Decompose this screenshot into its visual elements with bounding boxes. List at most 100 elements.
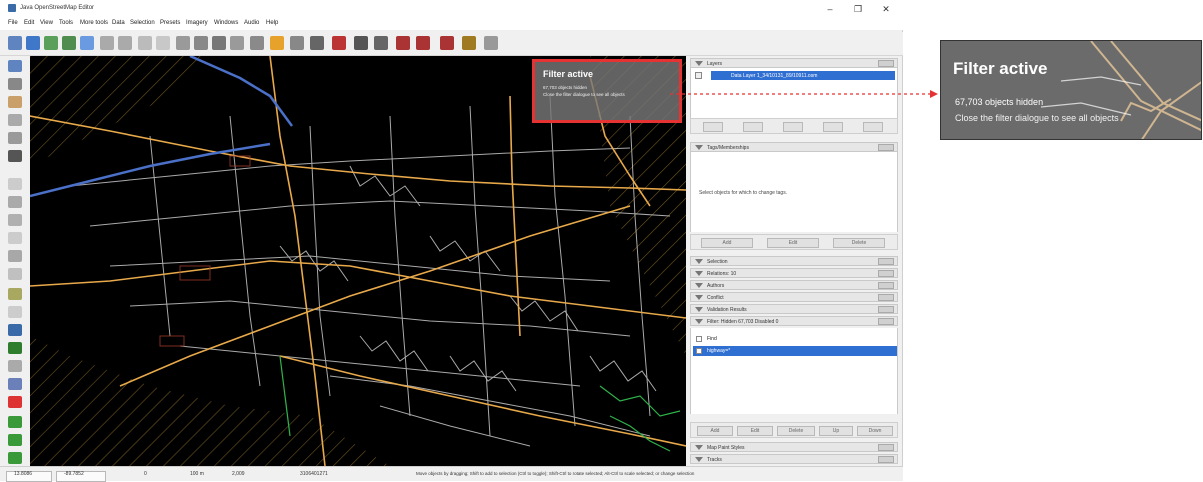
selection-panel-header[interactable]: Selection bbox=[690, 256, 898, 266]
toggle-image-green-icon[interactable] bbox=[8, 434, 22, 446]
preset-factory-icon[interactable] bbox=[462, 36, 476, 50]
toggle-commands-icon[interactable] bbox=[8, 232, 22, 244]
menu-file[interactable]: File bbox=[8, 20, 18, 26]
lasso-icon[interactable] bbox=[8, 114, 22, 126]
menu-data[interactable]: Data bbox=[112, 20, 125, 26]
toggle-map-green-icon[interactable] bbox=[8, 416, 22, 428]
filter-enabled-checkbox[interactable] bbox=[696, 348, 702, 354]
collapse-triangle-icon[interactable] bbox=[695, 457, 703, 462]
layer-merge-icon[interactable] bbox=[823, 122, 843, 132]
menu-edit[interactable]: Edit bbox=[24, 20, 34, 26]
select-mode-icon[interactable] bbox=[8, 60, 22, 72]
filter-edit-button[interactable]: Edit bbox=[737, 426, 773, 436]
extrude-icon[interactable] bbox=[8, 132, 22, 144]
layer-down-icon[interactable] bbox=[743, 122, 763, 132]
save-icon[interactable] bbox=[44, 36, 58, 50]
move-icon[interactable] bbox=[8, 150, 22, 162]
menu-imagery[interactable]: Imagery bbox=[186, 20, 208, 26]
collapse-triangle-icon[interactable] bbox=[695, 283, 703, 288]
redo-icon[interactable] bbox=[118, 36, 132, 50]
panel-controls-icon[interactable] bbox=[878, 306, 894, 313]
menu-presets[interactable]: Presets bbox=[160, 20, 180, 26]
panel-controls-icon[interactable] bbox=[878, 294, 894, 301]
marker-pin-icon[interactable] bbox=[8, 396, 22, 408]
menu-help[interactable]: Help bbox=[266, 20, 278, 26]
validation-panel-header[interactable]: Validation Results bbox=[690, 304, 898, 314]
tracks-panel-header[interactable]: Tracks bbox=[690, 454, 898, 464]
upload-icon[interactable] bbox=[80, 36, 94, 50]
menu-selection[interactable]: Selection bbox=[130, 20, 155, 26]
filter-row[interactable]: Find bbox=[693, 334, 897, 344]
toggle-history-icon[interactable] bbox=[8, 288, 22, 300]
tag-add-button[interactable]: Add bbox=[701, 238, 753, 248]
filter-row-selected[interactable]: highway=* bbox=[693, 346, 897, 356]
layer-delete-icon[interactable] bbox=[863, 122, 883, 132]
layers-panel-header[interactable]: Layers bbox=[690, 58, 898, 68]
preset-bus-icon[interactable] bbox=[374, 36, 388, 50]
menu-windows[interactable]: Windows bbox=[214, 20, 238, 26]
toggle-layers-icon[interactable] bbox=[8, 178, 22, 190]
combine-way-icon[interactable] bbox=[194, 36, 208, 50]
draw-way-icon[interactable] bbox=[8, 96, 22, 108]
map-view[interactable]: Filter active 67,703 objects hidden Clos… bbox=[30, 56, 686, 466]
collapse-triangle-icon[interactable] bbox=[695, 259, 703, 264]
collapse-triangle-icon[interactable] bbox=[695, 61, 703, 66]
panel-controls-icon[interactable] bbox=[878, 456, 894, 463]
preset-building-icon[interactable] bbox=[250, 36, 264, 50]
authors-panel-header[interactable]: Authors bbox=[690, 280, 898, 290]
menu-view[interactable]: View bbox=[40, 20, 53, 26]
panel-controls-icon[interactable] bbox=[878, 318, 894, 325]
panel-controls-icon[interactable] bbox=[878, 444, 894, 451]
panel-controls-icon[interactable] bbox=[878, 60, 894, 67]
relations-panel-header[interactable]: Relations: 10 bbox=[690, 268, 898, 278]
conflict-panel-header[interactable]: Conflict bbox=[690, 292, 898, 302]
panel-controls-icon[interactable] bbox=[878, 144, 894, 151]
toggle-conflict-icon[interactable] bbox=[8, 324, 22, 336]
validator-check-icon[interactable] bbox=[8, 342, 22, 354]
maximize-button[interactable]: ❐ bbox=[846, 2, 870, 16]
filter-delete-button[interactable]: Delete bbox=[777, 426, 815, 436]
toggle-styles-icon[interactable] bbox=[8, 378, 22, 390]
preset-bed-icon[interactable] bbox=[440, 36, 454, 50]
open-file-icon[interactable] bbox=[26, 36, 40, 50]
undo-icon[interactable] bbox=[100, 36, 114, 50]
collapse-triangle-icon[interactable] bbox=[695, 271, 703, 276]
filter-down-button[interactable]: Down bbox=[857, 426, 893, 436]
preferences-icon[interactable] bbox=[156, 36, 170, 50]
toggle-relations-icon[interactable] bbox=[8, 250, 22, 262]
collapse-triangle-icon[interactable] bbox=[695, 319, 703, 324]
toggle-selection-icon[interactable] bbox=[8, 214, 22, 226]
filter-up-button[interactable]: Up bbox=[819, 426, 853, 436]
draw-nodes-icon[interactable] bbox=[8, 78, 22, 90]
preset-more-icon[interactable] bbox=[484, 36, 498, 50]
preset-vehicle-icon[interactable] bbox=[332, 36, 346, 50]
preset-phone-icon[interactable] bbox=[310, 36, 324, 50]
split-way-icon[interactable] bbox=[176, 36, 190, 50]
close-button[interactable]: ✕ bbox=[874, 2, 898, 16]
preset-restaurant-icon[interactable] bbox=[416, 36, 430, 50]
preset-wall-icon[interactable] bbox=[290, 36, 304, 50]
tags-panel-header[interactable]: Tags/Memberships bbox=[690, 142, 898, 152]
refresh-icon[interactable] bbox=[230, 36, 244, 50]
layer-opacity-icon[interactable] bbox=[783, 122, 803, 132]
filter-funnel-icon[interactable] bbox=[8, 452, 22, 464]
filter-add-button[interactable]: Add bbox=[697, 426, 733, 436]
panel-controls-icon[interactable] bbox=[878, 270, 894, 277]
panel-controls-icon[interactable] bbox=[878, 258, 894, 265]
layer-visible-checkbox[interactable] bbox=[695, 72, 702, 79]
tag-edit-button[interactable]: Edit bbox=[767, 238, 819, 248]
preset-car-icon[interactable] bbox=[354, 36, 368, 50]
toggle-filter-icon[interactable] bbox=[8, 360, 22, 372]
menu-tools[interactable]: Tools bbox=[59, 20, 73, 26]
collapse-triangle-icon[interactable] bbox=[695, 145, 703, 150]
mappaint-panel-header[interactable]: Map Paint Styles bbox=[690, 442, 898, 452]
preset-door-icon[interactable] bbox=[270, 36, 284, 50]
layer-row[interactable]: Data Layer 1_34/10131_89/10911.osm bbox=[711, 71, 895, 80]
filter-panel-header[interactable]: Filter: Hidden 67,703 Disabled 0 bbox=[690, 316, 898, 326]
toggle-notes-icon[interactable] bbox=[8, 306, 22, 318]
collapse-triangle-icon[interactable] bbox=[695, 295, 703, 300]
panel-controls-icon[interactable] bbox=[878, 282, 894, 289]
reverse-way-icon[interactable] bbox=[212, 36, 226, 50]
filter-enabled-checkbox[interactable] bbox=[696, 336, 702, 342]
preset-shop-icon[interactable] bbox=[396, 36, 410, 50]
